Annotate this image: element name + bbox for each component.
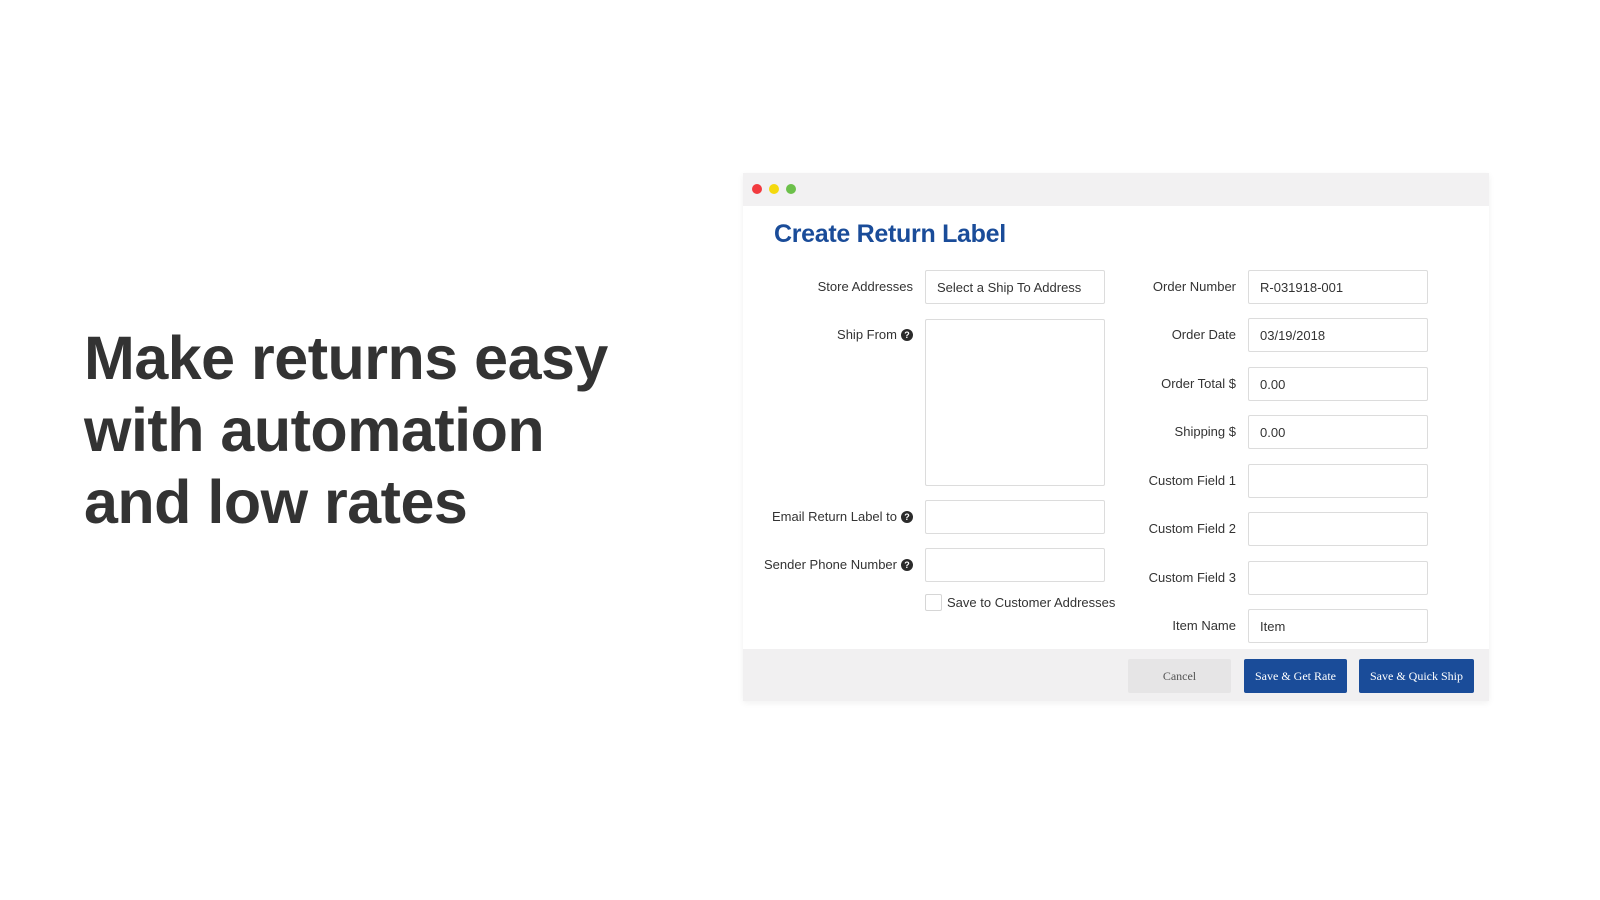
ship-from-label-text: Ship From (837, 327, 897, 342)
sender-phone-label: Sender Phone Number? (764, 548, 913, 582)
ship-from-label: Ship From? (837, 318, 913, 352)
minimize-window-icon[interactable] (769, 184, 779, 194)
item-name-input[interactable] (1248, 609, 1428, 643)
store-addresses-select[interactable] (925, 270, 1105, 304)
order-total-label: Order Total $ (1161, 376, 1236, 391)
window-titlebar (743, 173, 1489, 206)
order-number-input[interactable] (1248, 270, 1428, 304)
custom-field-3-label: Custom Field 3 (1148, 570, 1236, 585)
shipping-input[interactable] (1248, 415, 1428, 449)
shipping-label: Shipping $ (1174, 424, 1236, 439)
save-quick-ship-button[interactable]: Save & Quick Ship (1359, 659, 1474, 693)
question-circle-icon[interactable]: ? (901, 329, 913, 341)
order-date-input[interactable] (1248, 318, 1428, 352)
cancel-button[interactable]: Cancel (1128, 659, 1231, 693)
custom-field-1-label: Custom Field 1 (1148, 473, 1236, 488)
save-to-customer-addresses-checkbox[interactable] (925, 594, 942, 611)
maximize-window-icon[interactable] (786, 184, 796, 194)
sender-phone-label-text: Sender Phone Number (764, 557, 897, 572)
headline-line: Make returns easy (84, 324, 608, 392)
order-number-label: Order Number (1152, 279, 1236, 294)
store-addresses-label-text: Store Addresses (817, 279, 913, 294)
custom-field-3-input[interactable] (1248, 561, 1428, 595)
email-return-label-input[interactable] (925, 500, 1105, 534)
headline-line: with automation (84, 396, 545, 464)
return-label-window: Create Return Label Store Addresses Ship… (743, 173, 1489, 701)
question-circle-icon[interactable]: ? (901, 511, 913, 523)
ship-from-textarea[interactable] (925, 319, 1105, 486)
close-window-icon[interactable] (752, 184, 762, 194)
order-date-label: Order Date (1171, 327, 1236, 342)
form-title: Create Return Label (774, 220, 1006, 248)
order-total-input[interactable] (1248, 367, 1428, 401)
marketing-headline: Make returns easy with automation and lo… (84, 322, 644, 538)
save-to-customer-addresses-label[interactable]: Save to Customer Addresses (947, 594, 1115, 611)
store-addresses-label: Store Addresses (818, 270, 913, 304)
email-return-label-text: Email Return Label to (771, 509, 897, 524)
item-name-label: Item Name (1172, 618, 1236, 633)
save-get-rate-button[interactable]: Save & Get Rate (1244, 659, 1347, 693)
headline-line: and low rates (84, 468, 468, 536)
sender-phone-input[interactable] (925, 548, 1105, 582)
question-circle-icon[interactable]: ? (901, 559, 913, 571)
form-footer: Cancel Save & Get Rate Save & Quick Ship (743, 649, 1489, 701)
custom-field-2-label: Custom Field 2 (1148, 521, 1236, 536)
email-return-label-label: Email Return Label to? (772, 500, 913, 534)
custom-field-1-input[interactable] (1248, 464, 1428, 498)
custom-field-2-input[interactable] (1248, 512, 1428, 546)
